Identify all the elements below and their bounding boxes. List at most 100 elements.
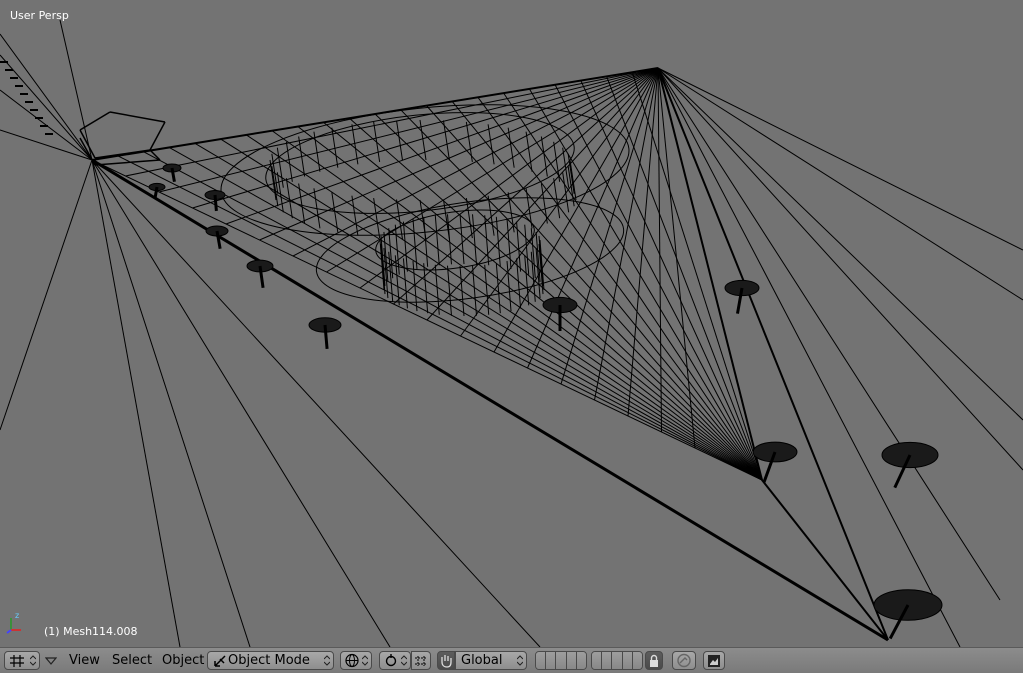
- tree-marker: [162, 163, 182, 183]
- wire-edge: [0, 54, 93, 161]
- mode-dropdown-value: Object Mode: [228, 653, 310, 668]
- wire-edge: [459, 265, 465, 317]
- wire-edge: [149, 121, 166, 151]
- wire-edge: [91, 159, 763, 481]
- wire-edge: [220, 138, 763, 481]
- axis-gizmo-icon: z: [6, 611, 21, 634]
- tree-marker: [308, 317, 342, 350]
- wire-edge: [149, 149, 161, 161]
- layer-button[interactable]: [536, 652, 547, 669]
- wire-edge: [269, 159, 277, 201]
- wire-edge: [657, 67, 1023, 301]
- wire-edge: [246, 134, 763, 481]
- viewport-header: View Select Object Object Mode Global: [0, 647, 1023, 673]
- svg-text:z: z: [15, 611, 19, 620]
- wire-ring: [265, 112, 575, 214]
- layer-button[interactable]: [602, 652, 613, 669]
- wire-edge: [507, 127, 515, 168]
- updown-arrows-icon: [30, 655, 36, 666]
- chevron-down-icon[interactable]: [45, 656, 57, 666]
- wire-edge: [657, 67, 961, 647]
- layer-button[interactable]: [546, 652, 557, 669]
- menu-view[interactable]: View: [69, 653, 100, 669]
- tree-marker: [246, 259, 274, 288]
- tree-marker: [205, 225, 229, 249]
- wire-edge: [553, 178, 561, 219]
- lock-icon: [650, 654, 658, 667]
- orientation-dropdown[interactable]: Global: [455, 651, 527, 670]
- layer-button[interactable]: [556, 652, 567, 669]
- wire-edge: [0, 159, 93, 431]
- wire-edge: [580, 80, 763, 481]
- grid-icon: [10, 655, 24, 667]
- view-name-label: User Persp: [10, 9, 69, 22]
- wire-edge: [373, 121, 381, 163]
- layer-button[interactable]: [566, 652, 577, 669]
- updown-arrows-icon: [401, 655, 407, 666]
- layer-button[interactable]: [592, 652, 603, 669]
- wire-edge: [560, 67, 659, 385]
- wire-edge: [627, 67, 659, 417]
- shading-dropdown[interactable]: [340, 651, 372, 670]
- wire-edge: [465, 121, 473, 163]
- editor-type-button[interactable]: [4, 651, 40, 670]
- layer-button[interactable]: [632, 652, 642, 669]
- menu-select[interactable]: Select: [112, 653, 152, 669]
- wire-edge: [606, 76, 763, 481]
- wire-edge: [553, 141, 561, 182]
- pivot-icon: [385, 654, 397, 667]
- mode-dropdown[interactable]: Object Mode: [207, 651, 334, 670]
- wire-edge: [506, 218, 512, 270]
- wire-edge: [459, 213, 465, 265]
- 3d-viewport[interactable]: User Persp (1) Mesh114.008 z: [0, 0, 1023, 647]
- render-button[interactable]: [703, 651, 725, 670]
- pivot-dropdown[interactable]: [379, 651, 411, 670]
- wire-edge: [657, 67, 1023, 251]
- wire-edge: [657, 67, 1023, 421]
- wire-edge: [423, 263, 429, 314]
- wire-edge: [125, 67, 659, 177]
- wire-edge: [472, 214, 478, 265]
- wire-edge: [168, 147, 763, 481]
- wire-edge: [434, 215, 440, 266]
- manipulator-mode-button[interactable]: [437, 651, 455, 670]
- wire-edge: [657, 67, 889, 641]
- tree-marker: [542, 296, 578, 331]
- wire-edge: [487, 124, 495, 165]
- layer-buttons-group-2[interactable]: [591, 651, 643, 670]
- wire-edge: [495, 263, 501, 314]
- manipulator-toggle[interactable]: [411, 651, 431, 670]
- wire-edge: [594, 67, 659, 401]
- wire-edge: [657, 67, 1023, 471]
- tree-marker: [881, 441, 939, 489]
- manipulator-icon: [415, 655, 427, 666]
- wire-edge: [79, 111, 111, 131]
- object-mode-icon: [214, 655, 226, 667]
- lock-layers-button[interactable]: [645, 651, 663, 670]
- wire-edge: [373, 197, 381, 239]
- layer-button[interactable]: [576, 652, 586, 669]
- wire-edge: [351, 195, 359, 236]
- wire-edge: [271, 130, 763, 481]
- wire-edge: [446, 265, 452, 316]
- wire-edge: [657, 67, 763, 481]
- layer-button[interactable]: [622, 652, 633, 669]
- proportional-edit-button[interactable]: [672, 651, 696, 670]
- wire-edge: [109, 111, 166, 123]
- updown-arrows-icon: [362, 655, 368, 666]
- wireframe-scene: [0, 19, 1023, 647]
- wire-edge: [143, 151, 763, 481]
- layer-buttons-group-1[interactable]: [535, 651, 587, 670]
- wire-edge: [351, 124, 359, 165]
- updown-arrows-icon: [517, 655, 523, 666]
- wire-edge: [298, 183, 306, 224]
- wire-edge: [0, 33, 93, 161]
- active-object-label: (1) Mesh114.008: [44, 625, 138, 638]
- layer-button[interactable]: [612, 652, 623, 669]
- menu-object[interactable]: Object: [162, 653, 204, 669]
- proportional-edit-icon: [677, 653, 691, 668]
- wire-edge: [426, 105, 763, 481]
- shading-sphere-icon: [345, 653, 359, 668]
- wire-edge: [400, 109, 763, 481]
- wire-edge: [297, 126, 763, 481]
